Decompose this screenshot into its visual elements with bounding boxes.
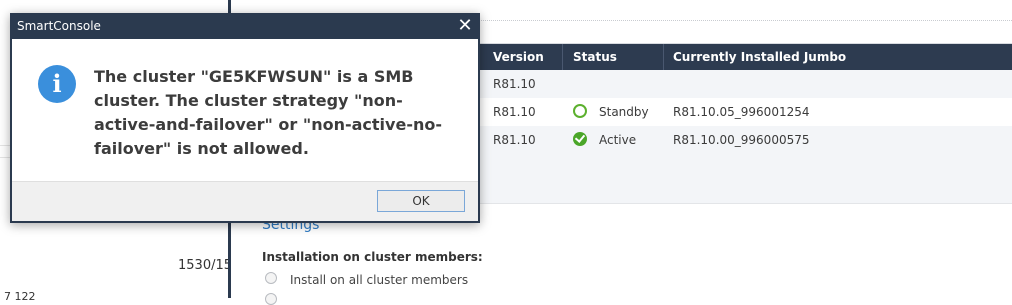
standby-circle-icon: [573, 104, 587, 118]
column-header-status[interactable]: Status: [573, 50, 617, 64]
jumbo-cell: R81.10.05_996001254: [673, 105, 810, 119]
status-cell: Active: [599, 133, 637, 147]
version-cell: R81.10: [493, 133, 536, 147]
column-header-jumbo[interactable]: Currently Installed Jumbo: [673, 50, 846, 64]
partial-text: 7 122: [4, 290, 36, 303]
dialog-footer: OK: [12, 181, 478, 221]
close-icon[interactable]: ✕: [454, 15, 476, 37]
active-check-icon: [573, 132, 587, 146]
column-header-version[interactable]: Version: [493, 50, 544, 64]
jumbo-cell: R81.10.00_996000575: [673, 133, 810, 147]
install-option-radio[interactable]: [265, 293, 277, 305]
page-counter: 1530/15: [178, 258, 233, 273]
dialog-message: The cluster "GE5KFWSUN" is a SMB cluster…: [94, 67, 442, 158]
message-dialog: SmartConsole ✕ i The cluster "GE5KFWSUN"…: [10, 13, 480, 223]
column-separator[interactable]: [562, 44, 563, 70]
ok-button[interactable]: OK: [377, 190, 465, 212]
dialog-titlebar[interactable]: SmartConsole ✕: [10, 13, 480, 39]
column-separator[interactable]: [663, 44, 664, 70]
version-cell: R81.10: [493, 105, 536, 119]
dialog-body: i The cluster "GE5KFWSUN" is a SMB clust…: [12, 39, 478, 181]
info-icon: i: [38, 65, 76, 103]
install-all-label[interactable]: Install on all cluster members: [290, 273, 468, 287]
dialog-title: SmartConsole: [17, 19, 101, 33]
version-cell: R81.10: [493, 77, 536, 91]
install-all-radio[interactable]: [265, 272, 277, 284]
status-cell: Standby: [599, 105, 649, 119]
install-label: Installation on cluster members:: [262, 250, 483, 264]
